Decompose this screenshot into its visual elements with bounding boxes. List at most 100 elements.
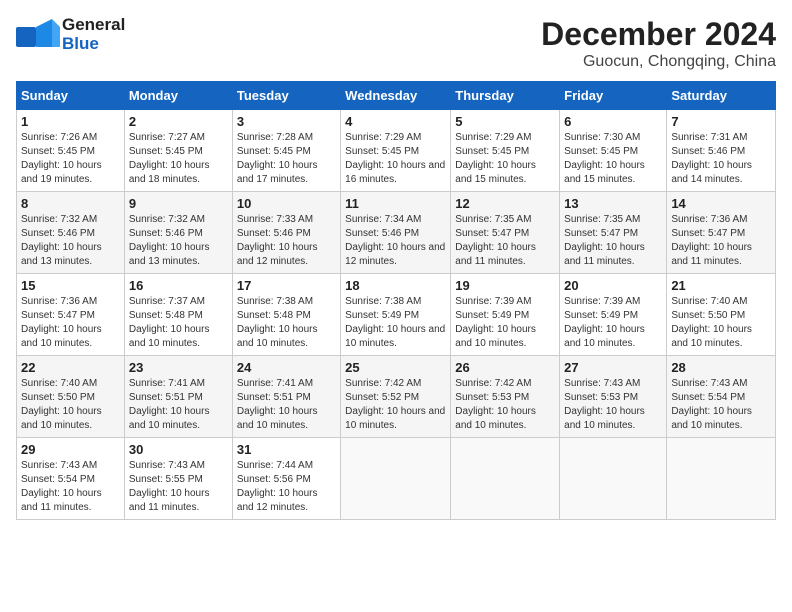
sunset-label: Sunset: 5:48 PM [237,310,311,321]
day-number: 13 [564,196,662,211]
sunrise-label: Sunrise: 7:35 AM [455,214,531,225]
day-info: Sunrise: 7:41 AM Sunset: 5:51 PM Dayligh… [237,377,336,433]
sunrise-label: Sunrise: 7:43 AM [564,378,640,389]
daylight-label: Daylight: 10 hours and 18 minutes. [129,160,210,185]
calendar-cell: 10 Sunrise: 7:33 AM Sunset: 5:46 PM Dayl… [232,192,340,274]
day-number: 2 [129,114,228,129]
daylight-label: Daylight: 10 hours and 12 minutes. [237,488,318,513]
calendar-cell: 27 Sunrise: 7:43 AM Sunset: 5:53 PM Dayl… [560,356,667,438]
sunset-label: Sunset: 5:51 PM [237,392,311,403]
sunrise-label: Sunrise: 7:32 AM [129,214,205,225]
calendar-cell: 9 Sunrise: 7:32 AM Sunset: 5:46 PM Dayli… [124,192,232,274]
sunset-label: Sunset: 5:54 PM [21,474,95,485]
calendar-cell: 25 Sunrise: 7:42 AM Sunset: 5:52 PM Dayl… [341,356,451,438]
sunset-label: Sunset: 5:55 PM [129,474,203,485]
sunrise-label: Sunrise: 7:44 AM [237,460,313,471]
daylight-label: Daylight: 10 hours and 16 minutes. [345,160,445,185]
day-number: 9 [129,196,228,211]
location-title: Guocun, Chongqing, China [541,53,776,71]
daylight-label: Daylight: 10 hours and 10 minutes. [564,406,645,431]
calendar-cell: 17 Sunrise: 7:38 AM Sunset: 5:48 PM Dayl… [232,274,340,356]
sunset-label: Sunset: 5:45 PM [237,146,311,157]
title-area: December 2024 Guocun, Chongqing, China [541,16,776,71]
day-number: 24 [237,360,336,375]
day-number: 4 [345,114,446,129]
day-number: 21 [671,278,771,293]
sunset-label: Sunset: 5:45 PM [129,146,203,157]
day-number: 15 [21,278,120,293]
calendar-cell [667,438,776,520]
calendar-cell: 24 Sunrise: 7:41 AM Sunset: 5:51 PM Dayl… [232,356,340,438]
weekday-header-sunday: Sunday [17,82,125,110]
calendar-cell: 7 Sunrise: 7:31 AM Sunset: 5:46 PM Dayli… [667,110,776,192]
day-info: Sunrise: 7:43 AM Sunset: 5:54 PM Dayligh… [671,377,771,433]
sunset-label: Sunset: 5:45 PM [564,146,638,157]
calendar-week-row: 22 Sunrise: 7:40 AM Sunset: 5:50 PM Dayl… [17,356,776,438]
calendar-cell: 29 Sunrise: 7:43 AM Sunset: 5:54 PM Dayl… [17,438,125,520]
calendar-cell: 8 Sunrise: 7:32 AM Sunset: 5:46 PM Dayli… [17,192,125,274]
day-info: Sunrise: 7:31 AM Sunset: 5:46 PM Dayligh… [671,131,771,187]
calendar-cell: 26 Sunrise: 7:42 AM Sunset: 5:53 PM Dayl… [451,356,560,438]
day-info: Sunrise: 7:26 AM Sunset: 5:45 PM Dayligh… [21,131,120,187]
day-info: Sunrise: 7:41 AM Sunset: 5:51 PM Dayligh… [129,377,228,433]
sunrise-label: Sunrise: 7:43 AM [129,460,205,471]
sunrise-label: Sunrise: 7:42 AM [345,378,421,389]
daylight-label: Daylight: 10 hours and 10 minutes. [129,324,210,349]
daylight-label: Daylight: 10 hours and 10 minutes. [237,324,318,349]
sunset-label: Sunset: 5:46 PM [21,228,95,239]
daylight-label: Daylight: 10 hours and 10 minutes. [345,406,445,431]
weekday-header-tuesday: Tuesday [232,82,340,110]
day-number: 5 [455,114,555,129]
weekday-header-wednesday: Wednesday [341,82,451,110]
daylight-label: Daylight: 10 hours and 12 minutes. [237,242,318,267]
weekday-header-saturday: Saturday [667,82,776,110]
day-number: 1 [21,114,120,129]
day-number: 19 [455,278,555,293]
calendar-cell: 21 Sunrise: 7:40 AM Sunset: 5:50 PM Dayl… [667,274,776,356]
daylight-label: Daylight: 10 hours and 19 minutes. [21,160,102,185]
daylight-label: Daylight: 10 hours and 11 minutes. [564,242,645,267]
sunset-label: Sunset: 5:45 PM [21,146,95,157]
day-number: 14 [671,196,771,211]
day-info: Sunrise: 7:28 AM Sunset: 5:45 PM Dayligh… [237,131,336,187]
day-info: Sunrise: 7:35 AM Sunset: 5:47 PM Dayligh… [564,213,662,269]
calendar-cell: 15 Sunrise: 7:36 AM Sunset: 5:47 PM Dayl… [17,274,125,356]
sunset-label: Sunset: 5:47 PM [564,228,638,239]
daylight-label: Daylight: 10 hours and 17 minutes. [237,160,318,185]
logo-general-text: General [62,16,125,35]
sunset-label: Sunset: 5:49 PM [564,310,638,321]
sunset-label: Sunset: 5:50 PM [671,310,745,321]
calendar-cell: 1 Sunrise: 7:26 AM Sunset: 5:45 PM Dayli… [17,110,125,192]
calendar-week-row: 15 Sunrise: 7:36 AM Sunset: 5:47 PM Dayl… [17,274,776,356]
sunset-label: Sunset: 5:48 PM [129,310,203,321]
day-info: Sunrise: 7:32 AM Sunset: 5:46 PM Dayligh… [21,213,120,269]
calendar-cell: 3 Sunrise: 7:28 AM Sunset: 5:45 PM Dayli… [232,110,340,192]
sunrise-label: Sunrise: 7:26 AM [21,132,97,143]
day-info: Sunrise: 7:36 AM Sunset: 5:47 PM Dayligh… [21,295,120,351]
sunrise-label: Sunrise: 7:35 AM [564,214,640,225]
sunrise-label: Sunrise: 7:38 AM [345,296,421,307]
daylight-label: Daylight: 10 hours and 10 minutes. [21,406,102,431]
sunset-label: Sunset: 5:46 PM [345,228,419,239]
sunset-label: Sunset: 5:53 PM [564,392,638,403]
daylight-label: Daylight: 10 hours and 14 minutes. [671,160,752,185]
calendar-cell: 19 Sunrise: 7:39 AM Sunset: 5:49 PM Dayl… [451,274,560,356]
sunrise-label: Sunrise: 7:40 AM [21,378,97,389]
day-info: Sunrise: 7:38 AM Sunset: 5:48 PM Dayligh… [237,295,336,351]
day-number: 30 [129,442,228,457]
daylight-label: Daylight: 10 hours and 15 minutes. [564,160,645,185]
day-number: 29 [21,442,120,457]
sunset-label: Sunset: 5:45 PM [345,146,419,157]
calendar-cell: 6 Sunrise: 7:30 AM Sunset: 5:45 PM Dayli… [560,110,667,192]
sunset-label: Sunset: 5:54 PM [671,392,745,403]
calendar-cell [451,438,560,520]
sunrise-label: Sunrise: 7:41 AM [129,378,205,389]
weekday-header-monday: Monday [124,82,232,110]
day-number: 23 [129,360,228,375]
day-number: 11 [345,196,446,211]
sunset-label: Sunset: 5:52 PM [345,392,419,403]
daylight-label: Daylight: 10 hours and 10 minutes. [455,406,536,431]
month-title: December 2024 [541,16,776,53]
day-info: Sunrise: 7:40 AM Sunset: 5:50 PM Dayligh… [21,377,120,433]
sunset-label: Sunset: 5:51 PM [129,392,203,403]
